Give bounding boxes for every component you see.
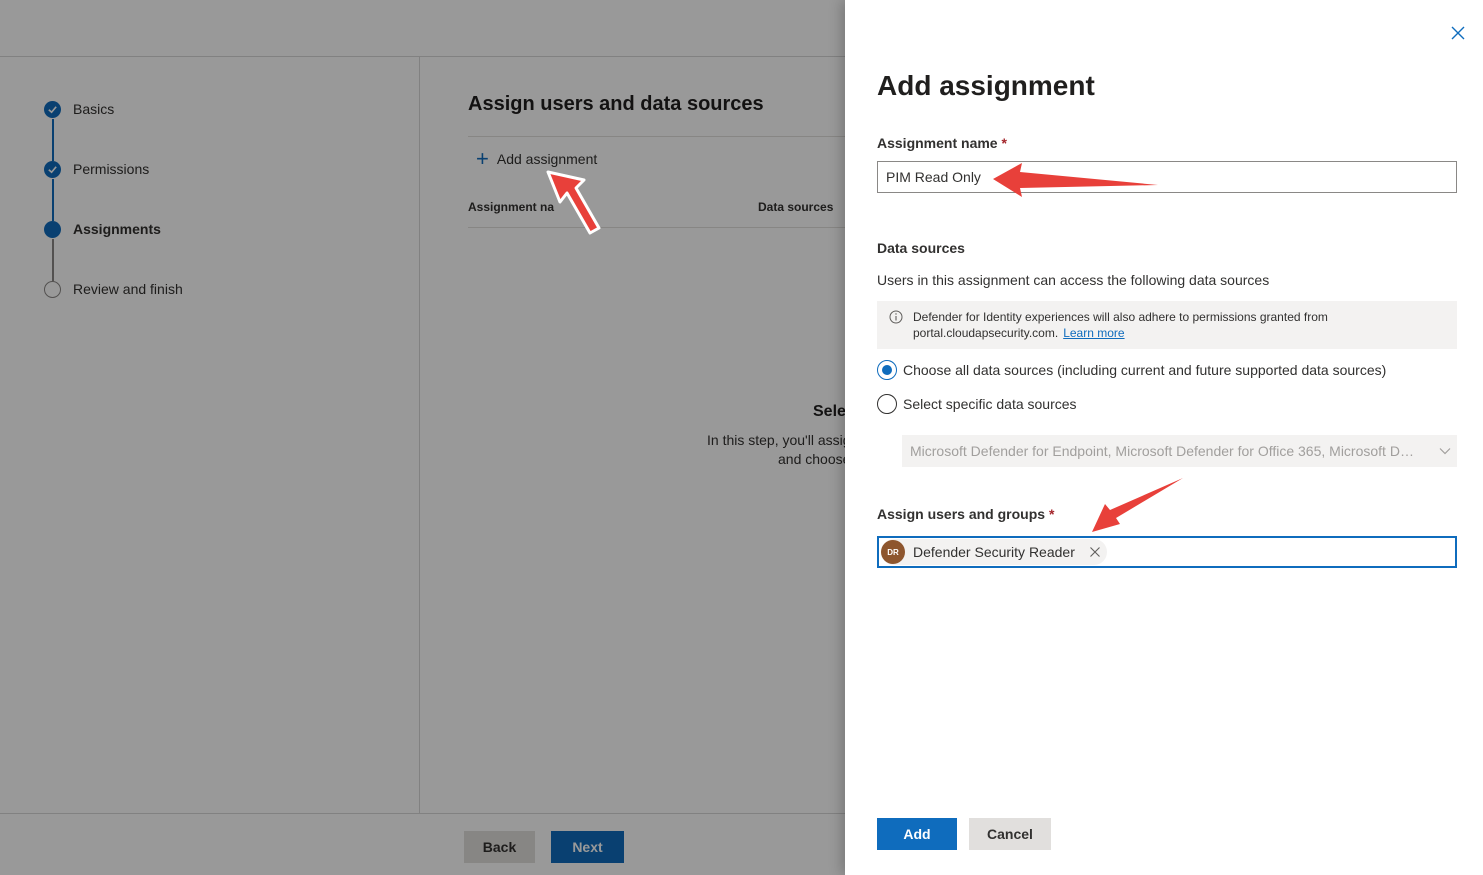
learn-more-link[interactable]: Learn more [1063, 326, 1124, 340]
info-message-bar: Defender for Identity experiences will a… [877, 301, 1457, 349]
label-text: Assign users and groups [877, 506, 1046, 522]
step-list: Basics Permissions Assignments Review an… [44, 99, 183, 339]
persona-name: Defender Security Reader [913, 544, 1075, 560]
back-button[interactable]: Back [464, 831, 535, 863]
checkmark-icon [44, 101, 61, 118]
step-permissions[interactable]: Permissions [44, 159, 183, 221]
close-icon[interactable] [1449, 24, 1467, 42]
info-text: Defender for Identity experiences will a… [913, 310, 1328, 324]
step-label: Review and finish [73, 281, 183, 297]
divider [468, 227, 888, 228]
step-assignments[interactable]: Assignments [44, 219, 183, 281]
add-assignment-label: Add assignment [496, 151, 598, 167]
cancel-button[interactable]: Cancel [969, 818, 1051, 850]
step-label: Assignments [73, 221, 161, 237]
assign-users-label: Assign users and groups * [877, 506, 1054, 522]
data-sources-label: Data sources [877, 240, 965, 256]
specific-data-sources-dropdown[interactable]: Microsoft Defender for Endpoint, Microso… [902, 435, 1457, 467]
add-assignment-panel: Add assignment Assignment name * Data so… [845, 0, 1483, 875]
checkmark-icon [44, 161, 61, 178]
radio-all-data-sources[interactable]: Choose all data sources (including curre… [877, 360, 1386, 380]
radio-button-checked[interactable] [877, 360, 897, 380]
pending-step-indicator [44, 281, 61, 298]
label-text: Assignment name [877, 135, 998, 151]
step-review-and-finish[interactable]: Review and finish [44, 279, 183, 339]
column-header-assignment-name[interactable]: Assignment na [468, 200, 554, 214]
info-text: portal.cloudapsecurity.com. [913, 326, 1059, 340]
step-label: Basics [73, 101, 115, 117]
radio-specific-data-sources[interactable]: Select specific data sources [877, 394, 1077, 414]
next-button[interactable]: Next [551, 831, 624, 863]
column-header-data-sources[interactable]: Data sources [758, 200, 833, 214]
chevron-down-icon [1439, 448, 1451, 455]
radio-button[interactable] [877, 394, 897, 414]
radio-label: Select specific data sources [903, 396, 1077, 412]
wizard-steps-pane: Basics Permissions Assignments Review an… [0, 57, 420, 813]
people-picker-input[interactable]: DR Defender Security Reader [877, 536, 1457, 568]
avatar: DR [881, 540, 905, 564]
panel-title: Add assignment [877, 70, 1095, 101]
section-title: Assign users and data sources [468, 93, 764, 115]
required-marker: * [1001, 135, 1007, 151]
selected-persona: DR Defender Security Reader [881, 539, 1107, 565]
add-assignment-button[interactable]: + Add assignment [476, 146, 598, 171]
assignment-name-input[interactable] [877, 161, 1457, 193]
add-button[interactable]: Add [877, 818, 957, 850]
info-icon [889, 310, 903, 324]
current-step-indicator [44, 221, 61, 238]
data-sources-description: Users in this assignment can access the … [877, 272, 1270, 288]
step-basics[interactable]: Basics [44, 99, 183, 161]
step-label: Permissions [73, 161, 150, 177]
required-marker: * [1048, 506, 1055, 522]
plus-icon: + [476, 146, 489, 171]
empty-state-title: Sele [813, 403, 846, 420]
divider [468, 136, 888, 137]
remove-icon[interactable] [1089, 546, 1101, 558]
assignment-name-label: Assignment name * [877, 135, 1007, 151]
radio-label: Choose all data sources (including curre… [903, 362, 1387, 378]
